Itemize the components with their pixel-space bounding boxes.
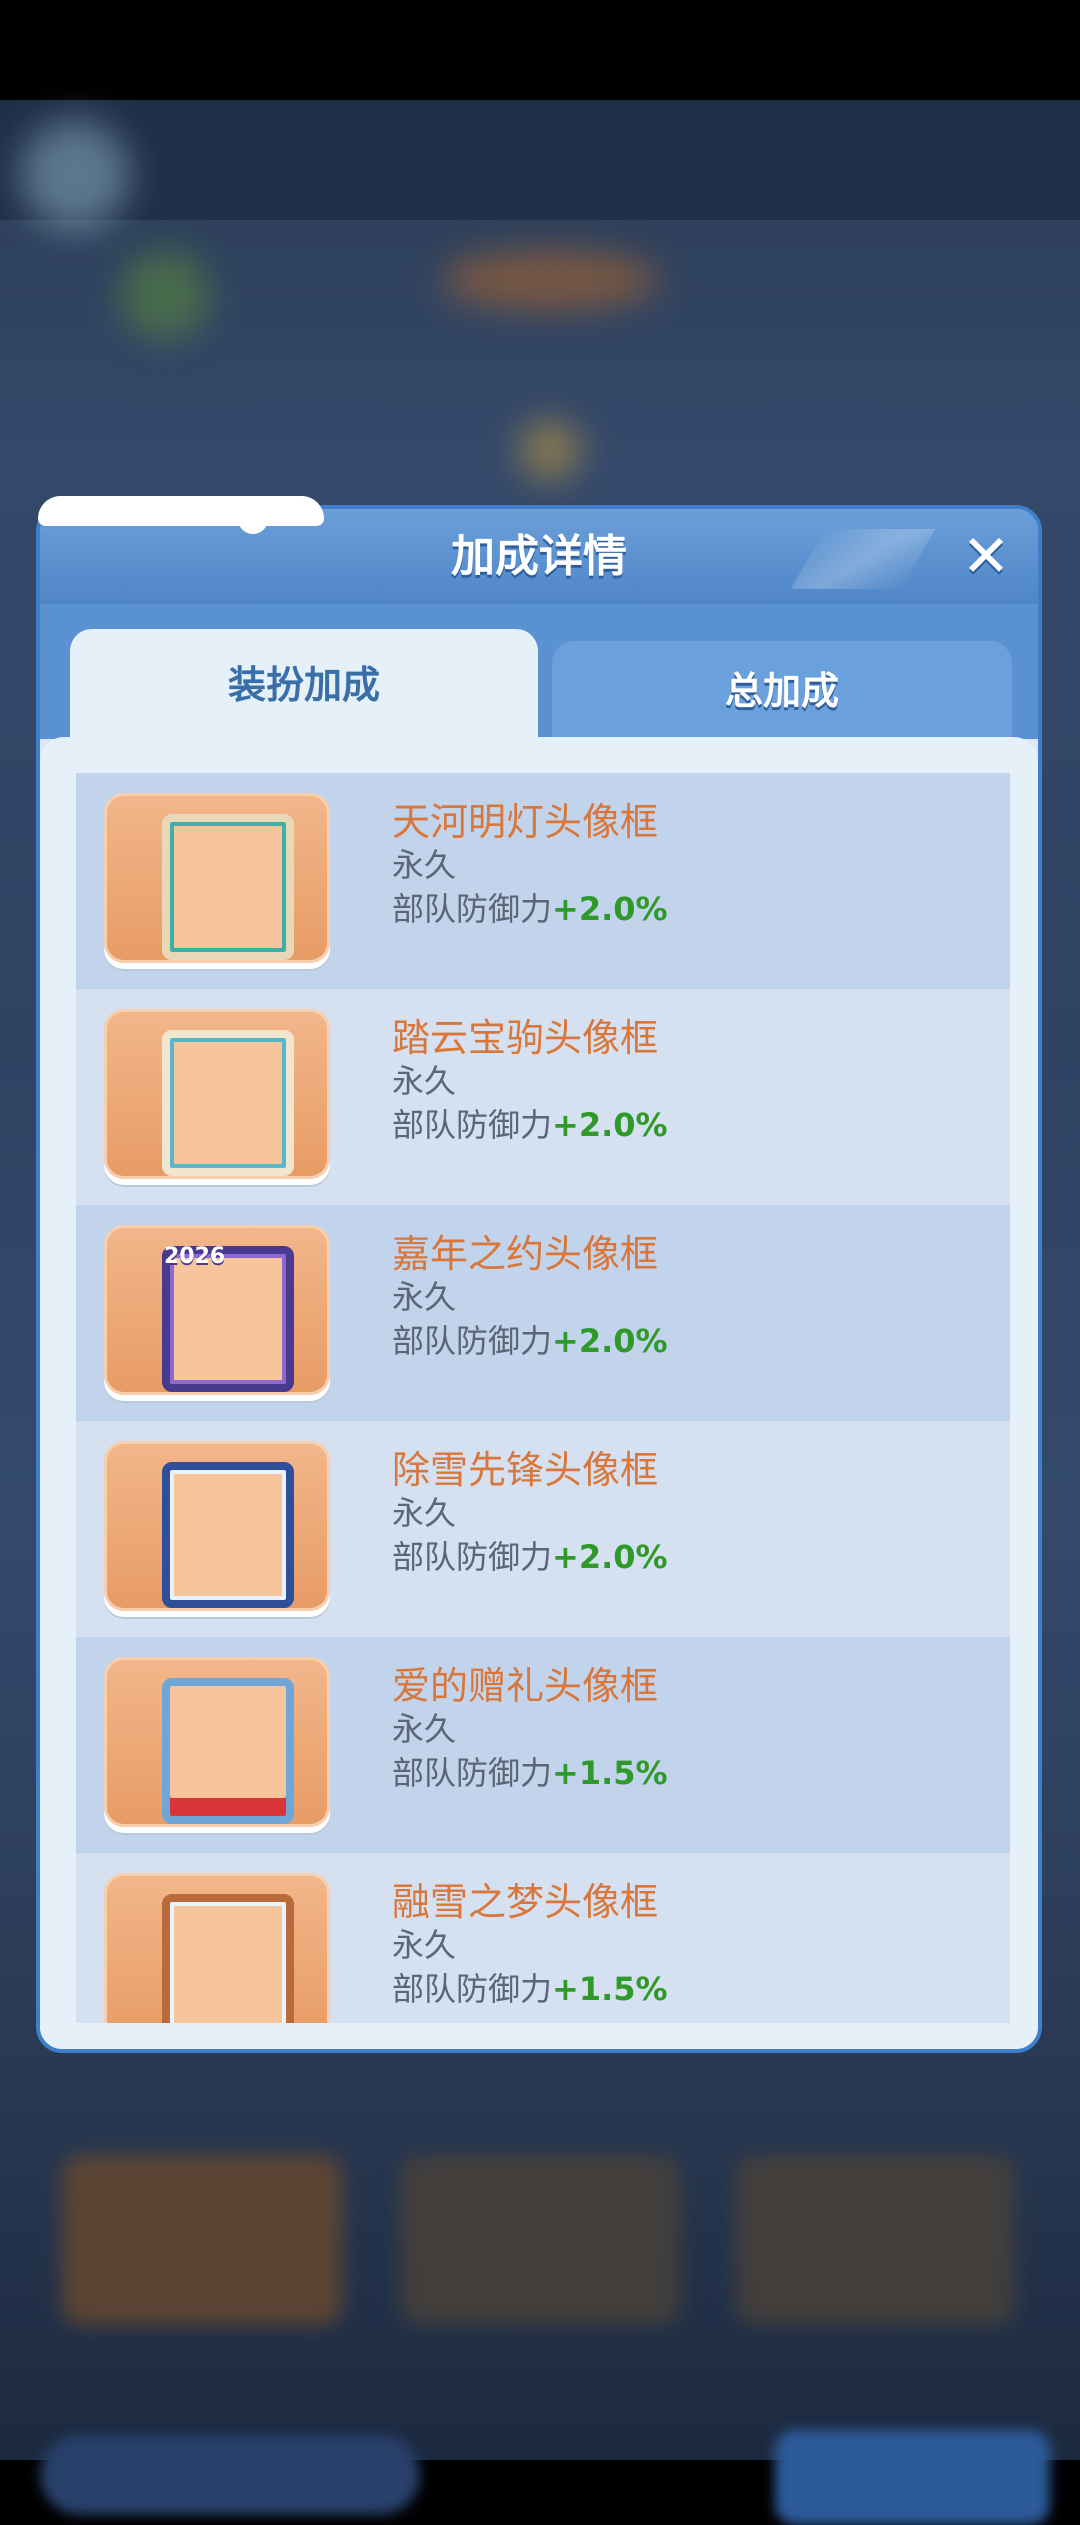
blurred-action-button <box>775 2430 1050 2525</box>
avatar-frame-thumbnail <box>104 793 330 963</box>
frame-year-label: 2026 <box>164 1244 226 1269</box>
list-item: 天河明灯头像框 永久 部队防御力+2.0% <box>76 773 1010 989</box>
blurred-avatar <box>20 120 130 230</box>
blurred-resource-pill <box>40 2435 420 2515</box>
stat-label: 部队防御力 <box>392 1106 553 1144</box>
stat-label: 部队防御力 <box>392 1754 553 1792</box>
bonus-details-dialog: 加成详情 ✕ 装扮加成 总加成 天河明灯头像框 永久 部队防御力+2.0% 踏云… <box>36 505 1042 2053</box>
stat-value: +2.0% <box>552 1538 668 1576</box>
blurred-banner <box>440 250 660 310</box>
avatar-frame-icon: 2026 <box>162 1244 294 1392</box>
tab-bar: 装扮加成 总加成 <box>40 604 1038 741</box>
stat-value: +2.0% <box>552 890 668 928</box>
item-duration: 永久 <box>392 1926 457 1964</box>
blurred-coin <box>520 420 580 480</box>
item-name: 嘉年之约头像框 <box>392 1232 659 1276</box>
stat-value: +1.5% <box>552 1970 668 2008</box>
list-item: 爱的赠礼头像框 永久 部队防御力+1.5% <box>76 1637 1010 1853</box>
bonus-list-panel: 天河明灯头像框 永久 部队防御力+2.0% 踏云宝驹头像框 永久 部队防御力+2… <box>40 737 1038 2049</box>
avatar-frame-thumbnail: 2026 <box>104 1225 330 1395</box>
item-duration: 永久 <box>392 1494 457 1532</box>
blurred-card <box>400 2155 680 2325</box>
item-name: 踏云宝驹头像框 <box>392 1016 659 1060</box>
item-name: 天河明灯头像框 <box>392 800 659 844</box>
item-duration: 永久 <box>392 1062 457 1100</box>
avatar-frame-thumbnail <box>104 1441 330 1611</box>
blurred-icon <box>120 250 210 340</box>
item-name: 爱的赠礼头像框 <box>392 1664 659 1708</box>
blurred-card <box>735 2155 1015 2325</box>
tab-outfit-bonus[interactable]: 装扮加成 <box>70 629 538 741</box>
blurred-card <box>62 2155 342 2325</box>
item-stat: 部队防御力+2.0% <box>392 1100 668 1146</box>
item-name: 除雪先锋头像框 <box>392 1448 659 1492</box>
status-bar <box>0 0 1080 100</box>
avatar-frame-icon <box>162 814 294 960</box>
avatar-frame-thumbnail <box>104 1873 330 2023</box>
tab-total-bonus[interactable]: 总加成 <box>552 641 1012 741</box>
blurred-top-bar <box>0 100 1080 220</box>
item-name: 融雪之梦头像框 <box>392 1880 659 1924</box>
stat-label: 部队防御力 <box>392 890 553 928</box>
stat-value: +2.0% <box>552 1106 668 1144</box>
avatar-frame-thumbnail <box>104 1657 330 1827</box>
item-stat: 部队防御力+2.0% <box>392 1316 668 1362</box>
list-item: 融雪之梦头像框 永久 部队防御力+1.5% <box>76 1853 1010 2023</box>
list-item: 除雪先锋头像框 永久 部队防御力+2.0% <box>76 1421 1010 1637</box>
list-item: 踏云宝驹头像框 永久 部队防御力+2.0% <box>76 989 1010 1205</box>
close-icon[interactable]: ✕ <box>956 527 1016 587</box>
item-stat: 部队防御力+2.0% <box>392 1532 668 1578</box>
stat-value: +1.5% <box>552 1754 668 1792</box>
stat-label: 部队防御力 <box>392 1538 553 1576</box>
item-stat: 部队防御力+1.5% <box>392 1748 668 1794</box>
avatar-frame-thumbnail <box>104 1009 330 1179</box>
bonus-list[interactable]: 天河明灯头像框 永久 部队防御力+2.0% 踏云宝驹头像框 永久 部队防御力+2… <box>76 773 1010 2023</box>
item-duration: 永久 <box>392 1710 457 1748</box>
item-stat: 部队防御力+1.5% <box>392 1964 668 2010</box>
item-duration: 永久 <box>392 1278 457 1316</box>
item-stat: 部队防御力+2.0% <box>392 884 668 930</box>
stat-value: +2.0% <box>552 1322 668 1360</box>
stat-label: 部队防御力 <box>392 1322 553 1360</box>
avatar-frame-icon <box>162 1678 294 1824</box>
avatar-frame-icon <box>162 1462 294 1608</box>
snow-decoration <box>38 496 324 534</box>
item-duration: 永久 <box>392 846 457 884</box>
list-item: 2026 嘉年之约头像框 永久 部队防御力+2.0% <box>76 1205 1010 1421</box>
avatar-frame-icon <box>162 1894 294 2023</box>
stat-label: 部队防御力 <box>392 1970 553 2008</box>
avatar-frame-icon <box>162 1030 294 1176</box>
